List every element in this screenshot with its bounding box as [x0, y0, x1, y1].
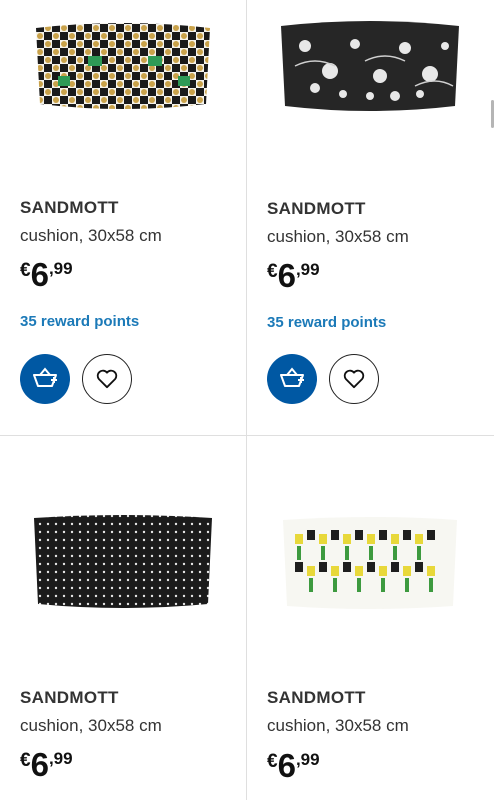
price-integer: 6	[277, 257, 296, 294]
add-to-cart-button[interactable]	[20, 354, 70, 404]
price-decimal: ,99	[295, 750, 320, 769]
price-integer: 6	[277, 747, 296, 784]
product-image[interactable]	[28, 16, 218, 116]
product-description: cushion, 30x58 cm	[20, 716, 162, 735]
product-price: €6,99	[267, 257, 320, 295]
product-description: cushion, 30x58 cm	[20, 226, 162, 245]
product-price: €6,99	[267, 747, 320, 785]
product-price: €6,99	[20, 256, 73, 294]
product-name[interactable]: SANDMOTT	[267, 688, 366, 708]
price-currency: €	[20, 750, 31, 771]
add-to-cart-button[interactable]	[267, 354, 317, 404]
heart-icon	[343, 369, 365, 389]
price-currency: €	[267, 261, 278, 282]
product-image[interactable]	[28, 512, 218, 612]
price-currency: €	[267, 751, 278, 772]
price-currency: €	[20, 260, 31, 281]
heart-icon	[96, 369, 118, 389]
reward-points: 35 reward points	[267, 314, 387, 331]
price-integer: 6	[30, 256, 49, 293]
product-card[interactable]: SANDMOTT cushion, 30x58 cm €6,99 35 rewa…	[247, 0, 493, 435]
price-integer: 6	[30, 746, 49, 783]
reward-points: 35 reward points	[20, 313, 140, 330]
product-image[interactable]	[275, 16, 465, 116]
product-card[interactable]: SANDMOTT cushion, 30x58 cm €6,99	[0, 436, 246, 800]
product-card[interactable]: SANDMOTT cushion, 30x58 cm €6,99	[247, 436, 493, 800]
price-decimal: ,99	[48, 259, 73, 278]
add-to-cart-icon	[280, 367, 304, 387]
add-to-cart-icon	[33, 367, 57, 387]
product-description: cushion, 30x58 cm	[267, 227, 409, 246]
price-decimal: ,99	[295, 260, 320, 279]
product-name[interactable]: SANDMOTT	[20, 198, 119, 218]
product-price: €6,99	[20, 746, 73, 784]
product-description: cushion, 30x58 cm	[267, 716, 409, 735]
product-card[interactable]: SANDMOTT cushion, 30x58 cm €6,99 35 rewa…	[0, 0, 246, 435]
favourite-button[interactable]	[82, 354, 132, 404]
product-name[interactable]: SANDMOTT	[20, 688, 119, 708]
favourite-button[interactable]	[329, 354, 379, 404]
price-decimal: ,99	[48, 749, 73, 768]
product-name[interactable]: SANDMOTT	[267, 199, 366, 219]
product-grid: SANDMOTT cushion, 30x58 cm €6,99 35 rewa…	[0, 0, 494, 800]
product-image[interactable]	[275, 512, 465, 612]
